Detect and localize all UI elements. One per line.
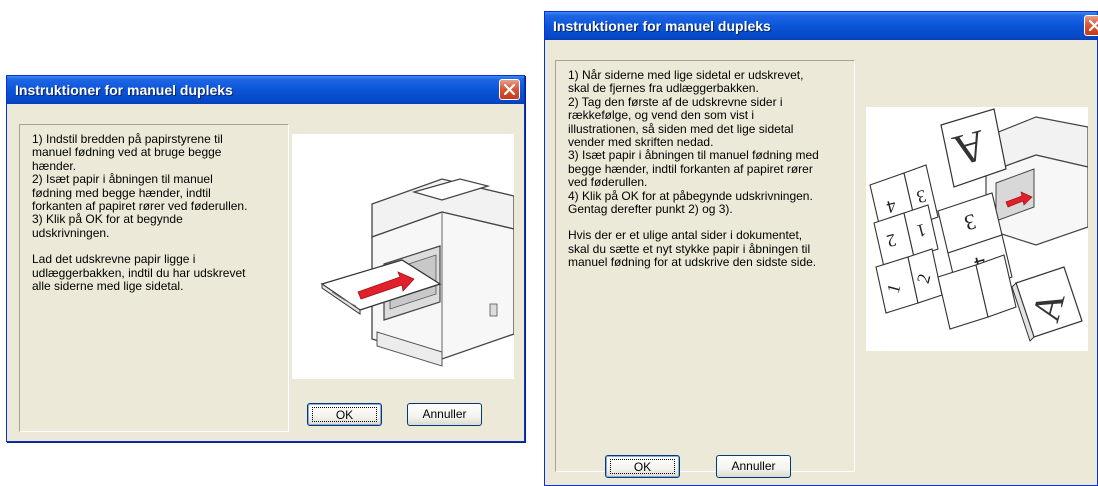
title-bar[interactable]: Instruktioner for manuel dupleks — [545, 12, 1098, 40]
title-bar[interactable]: Instruktioner for manuel dupleks — [7, 76, 524, 104]
dialog-title: Instruktioner for manuel dupleks — [553, 18, 771, 34]
manual-duplex-dialog-right: Instruktioner for manuel dupleks 1) Når … — [544, 11, 1098, 486]
printer-illustration — [292, 134, 514, 379]
duplex-page-order-icon: A 4 3 2 1 3 4 1 2 — [869, 108, 1088, 342]
instructions-text: 1) Når siderne med lige sidetal er udskr… — [568, 68, 819, 217]
ok-button[interactable]: OK — [605, 455, 680, 478]
instructions-panel: 1) Indstil bredden på papirstyrene til m… — [19, 124, 289, 432]
ok-label: OK — [312, 407, 377, 422]
duplex-illustration: A 4 3 2 1 3 4 1 2 — [866, 107, 1088, 351]
manual-duplex-dialog-left: Instruktioner for manuel dupleks 1) Inds… — [6, 75, 525, 442]
instructions-text: 1) Indstil bredden på papirstyrene til m… — [32, 132, 248, 240]
dialog-title: Instruktioner for manuel dupleks — [15, 82, 233, 98]
close-button[interactable] — [1084, 15, 1098, 36]
cancel-button[interactable]: Annuller — [407, 403, 482, 426]
note-text: Hvis der er et ulige antal sider i dokum… — [568, 228, 817, 270]
printer-manual-feed-icon — [320, 178, 514, 367]
close-icon — [504, 84, 515, 95]
close-button[interactable] — [499, 79, 520, 100]
instructions-panel: 1) Når siderne med lige sidetal er udskr… — [555, 60, 855, 472]
ok-label: OK — [610, 459, 675, 474]
close-icon — [1089, 20, 1098, 31]
cancel-button[interactable]: Annuller — [716, 455, 791, 478]
ok-button[interactable]: OK — [307, 403, 382, 426]
note-text: Lad det udskrevne papir ligge i udlægger… — [32, 252, 246, 294]
